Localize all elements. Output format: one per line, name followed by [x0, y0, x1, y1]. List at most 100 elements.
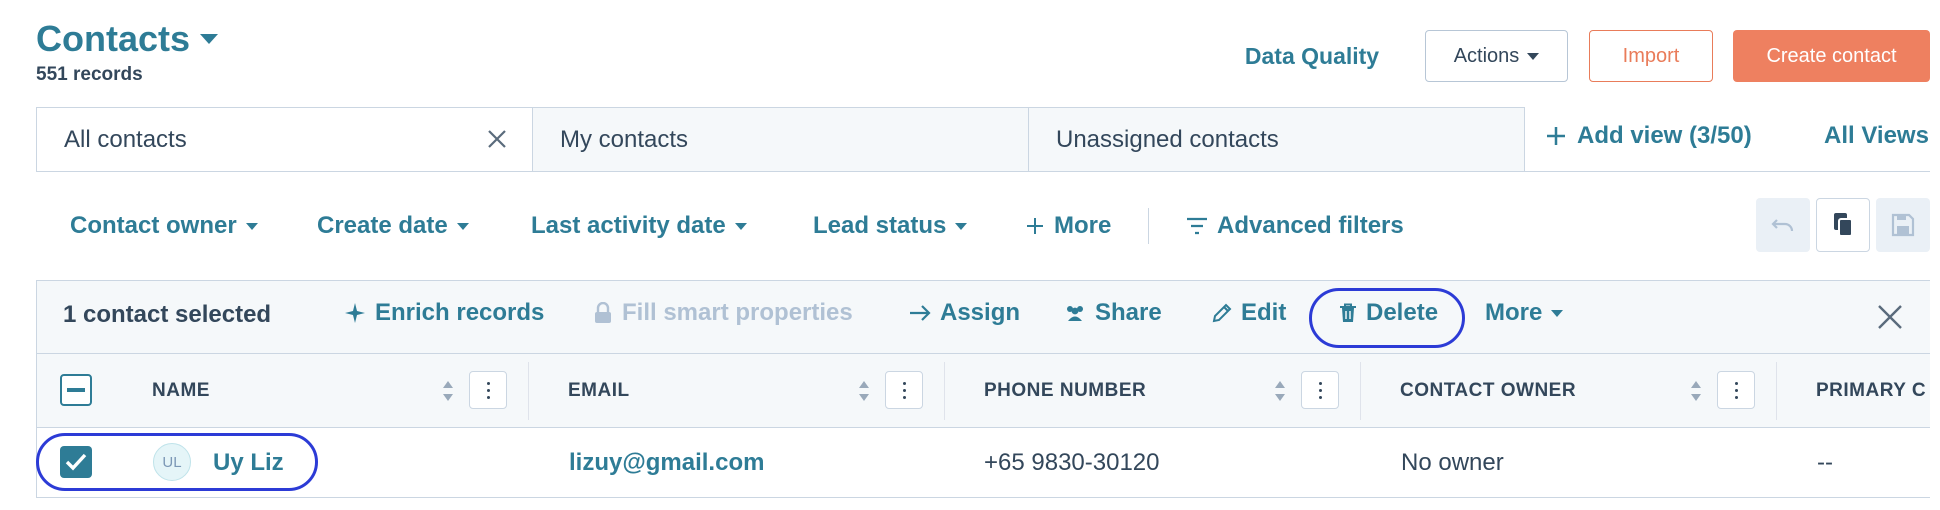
- filter-create-date[interactable]: Create date: [317, 212, 469, 240]
- filter-label: More: [1054, 212, 1112, 239]
- column-menu-button[interactable]: [1301, 371, 1339, 409]
- save-icon: [1891, 213, 1915, 237]
- bulk-more-button[interactable]: More: [1485, 299, 1564, 327]
- clone-view-button[interactable]: [1816, 198, 1870, 252]
- plus-icon: [1547, 127, 1565, 145]
- column-header-primary-company[interactable]: PRIMARY C: [1816, 380, 1926, 402]
- dot: [903, 389, 906, 392]
- sort-icon[interactable]: [441, 378, 455, 404]
- enrich-records-button[interactable]: Enrich records: [344, 299, 544, 327]
- caret-down-icon: [245, 222, 258, 230]
- caret-down-icon: [734, 222, 747, 230]
- table-header: [36, 354, 1930, 428]
- import-button[interactable]: Import: [1589, 30, 1713, 82]
- copy-icon: [1834, 213, 1853, 237]
- sort-icon[interactable]: [857, 378, 871, 404]
- sort-icon[interactable]: [1689, 378, 1703, 404]
- arrow-right-icon: [910, 305, 931, 321]
- assign-button[interactable]: Assign: [909, 299, 1020, 327]
- dot: [487, 389, 490, 392]
- dot: [1319, 389, 1322, 392]
- lock-icon: [595, 302, 611, 323]
- tab-my-contacts[interactable]: My contacts: [532, 107, 1029, 172]
- tab-unassigned-contacts[interactable]: Unassigned contacts: [1028, 107, 1525, 172]
- page-title[interactable]: Contacts: [36, 18, 219, 60]
- column-header-contact-owner[interactable]: CONTACT OWNER: [1400, 380, 1576, 402]
- caret-down-icon: [1527, 52, 1540, 60]
- selection-count: 1 contact selected: [63, 301, 272, 328]
- sort-icon[interactable]: [1273, 378, 1287, 404]
- data-quality-link[interactable]: Data Quality: [1232, 30, 1392, 82]
- add-view-button[interactable]: Add view (3/50): [1545, 122, 1752, 150]
- column-menu-button[interactable]: [1717, 371, 1755, 409]
- primary-company: --: [1817, 449, 1833, 476]
- filter-contact-owner[interactable]: Contact owner: [70, 212, 258, 240]
- filter-last-activity-date[interactable]: Last activity date: [531, 212, 747, 240]
- caret-down-icon: [1551, 309, 1564, 317]
- table-row[interactable]: [36, 428, 1930, 498]
- bulk-label: Fill smart properties: [622, 299, 853, 326]
- filter-label: Advanced filters: [1217, 212, 1404, 239]
- filter-label: Create date: [317, 212, 448, 239]
- bulk-label: More: [1485, 299, 1543, 326]
- bulk-label: Assign: [940, 299, 1021, 326]
- filter-label: Last activity date: [531, 212, 726, 239]
- caret-down-icon: [955, 222, 968, 230]
- column-header-phone[interactable]: PHONE NUMBER: [984, 380, 1146, 402]
- share-button[interactable]: Share: [1064, 299, 1162, 327]
- filter-label: Lead status: [813, 212, 947, 239]
- undo-button[interactable]: [1756, 198, 1810, 252]
- bulk-label: Edit: [1241, 299, 1287, 326]
- filter-more[interactable]: More: [1025, 212, 1111, 240]
- column-divider: [944, 362, 945, 420]
- column-header-email[interactable]: EMAIL: [568, 380, 630, 402]
- pencil-icon: [1212, 303, 1232, 323]
- column-divider: [528, 362, 529, 420]
- dot: [1735, 389, 1738, 392]
- select-all-checkbox[interactable]: [60, 374, 92, 406]
- page-title-text: Contacts: [36, 18, 191, 59]
- undo-icon: [1771, 219, 1794, 232]
- actions-button[interactable]: Actions: [1425, 30, 1568, 82]
- tab-label: My contacts: [560, 125, 689, 153]
- tab-all-contacts[interactable]: All contacts: [36, 107, 533, 172]
- advanced-filters-button[interactable]: Advanced filters: [1186, 212, 1404, 240]
- dot: [903, 382, 906, 385]
- dot: [487, 382, 490, 385]
- caret-down-icon: [200, 34, 219, 44]
- plus-icon: [1027, 218, 1043, 234]
- filter-lead-status[interactable]: Lead status: [813, 212, 968, 240]
- record-count: 551 records: [36, 64, 143, 85]
- column-menu-button[interactable]: [469, 371, 507, 409]
- contact-email-link[interactable]: lizuy@gmail.com: [569, 449, 764, 477]
- bulk-label: Enrich records: [375, 299, 545, 326]
- save-view-button[interactable]: [1876, 198, 1930, 252]
- all-views-link[interactable]: All Views: [1824, 122, 1929, 150]
- sparkle-icon: [345, 303, 365, 323]
- column-divider: [1776, 362, 1777, 420]
- dot: [487, 396, 490, 399]
- filter-divider: [1148, 208, 1149, 244]
- column-header-name[interactable]: NAME: [152, 380, 210, 402]
- bulk-label: Share: [1095, 299, 1162, 326]
- caret-down-icon: [456, 222, 469, 230]
- add-view-label: Add view (3/50): [1577, 122, 1752, 149]
- delete-highlight-ring: [1309, 288, 1465, 348]
- dot: [1735, 396, 1738, 399]
- dot: [1319, 382, 1322, 385]
- contact-owner: No owner: [1401, 449, 1504, 476]
- tab-divider: [36, 171, 1930, 172]
- dot: [1735, 382, 1738, 385]
- column-divider: [1360, 362, 1361, 420]
- close-icon[interactable]: [1875, 302, 1905, 332]
- team-icon: [1067, 306, 1083, 321]
- edit-button[interactable]: Edit: [1212, 299, 1286, 327]
- dot: [1319, 396, 1322, 399]
- dot: [903, 396, 906, 399]
- fill-smart-properties-button: Fill smart properties: [593, 299, 853, 327]
- row-highlight-ring: [36, 433, 318, 491]
- actions-label: Actions: [1453, 44, 1520, 67]
- column-menu-button[interactable]: [885, 371, 923, 409]
- create-contact-button[interactable]: Create contact: [1733, 30, 1930, 82]
- close-tab-icon[interactable]: [484, 126, 510, 152]
